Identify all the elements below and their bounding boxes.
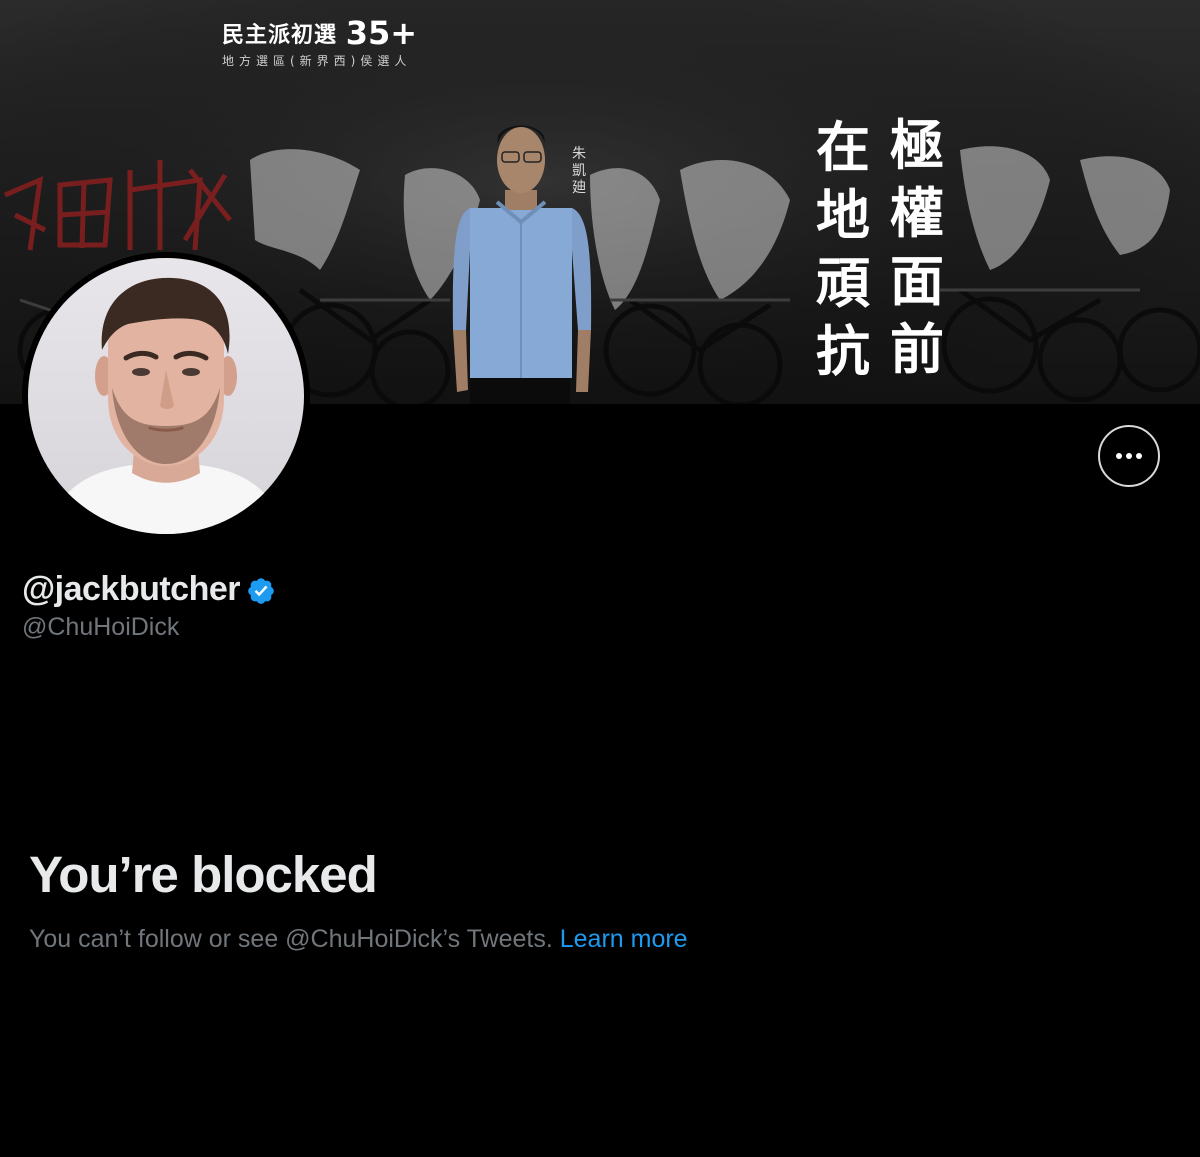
banner-person-name: 朱凱廸 bbox=[572, 146, 586, 196]
more-options-icon bbox=[1116, 453, 1122, 459]
banner-subcaption: 地方選區(新界西)侯選人 bbox=[222, 54, 412, 68]
more-options-button[interactable] bbox=[1098, 425, 1160, 487]
avatar-image bbox=[28, 258, 304, 534]
banner-slogan-right: 極權面前 bbox=[890, 114, 944, 381]
blocked-message: You can’t follow or see @ChuHoiDick’s Tw… bbox=[29, 925, 553, 953]
blocked-message-row: You can’t follow or see @ChuHoiDick’s Tw… bbox=[29, 925, 688, 954]
display-name: @jackbutcher bbox=[22, 570, 241, 608]
banner-caption: 民主派初選 35+ bbox=[222, 14, 417, 52]
more-options-icon-dot bbox=[1126, 453, 1132, 459]
profile-avatar[interactable] bbox=[22, 252, 310, 540]
banner-caption-number: 35+ bbox=[345, 14, 418, 52]
profile-handle: @ChuHoiDick bbox=[22, 613, 180, 641]
blocked-title: You’re blocked bbox=[29, 846, 378, 903]
banner-slogan-left: 在地頑抗 bbox=[816, 116, 870, 383]
verified-badge-icon[interactable] bbox=[246, 576, 276, 606]
profile-name-row: @jackbutcher bbox=[22, 570, 276, 609]
more-options-icon-dot bbox=[1136, 453, 1142, 459]
learn-more-link[interactable]: Learn more bbox=[560, 925, 688, 953]
banner-caption-text: 民主派初選 bbox=[222, 23, 338, 48]
